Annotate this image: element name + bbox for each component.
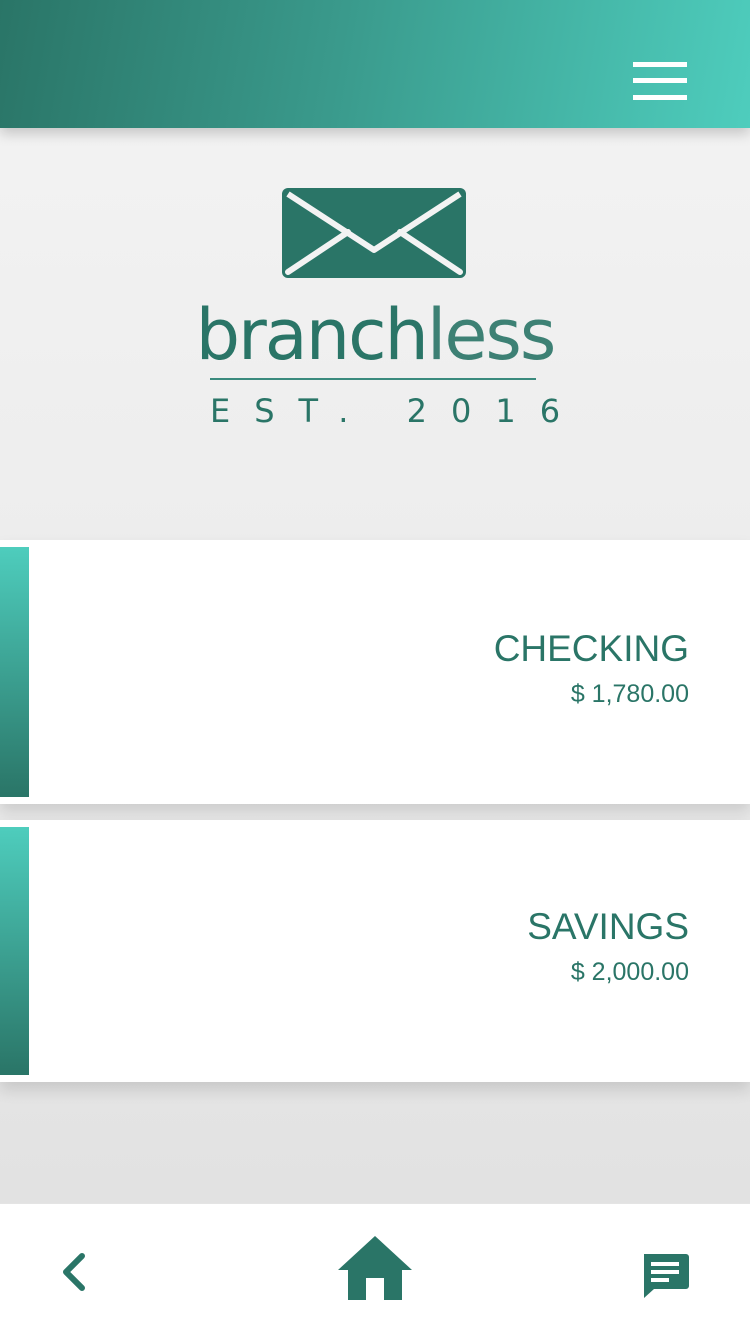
brand-tagline: EST. 2016 bbox=[210, 392, 585, 430]
account-name: SAVINGS bbox=[527, 906, 689, 947]
chevron-left-icon[interactable] bbox=[56, 1252, 92, 1292]
brand-name-bold: branch bbox=[195, 294, 429, 376]
account-card-checking[interactable]: CHECKING $ 1,780.00 bbox=[0, 540, 750, 804]
menu-line bbox=[633, 78, 687, 83]
menu-line bbox=[633, 95, 687, 100]
account-balance: $ 2,000.00 bbox=[570, 958, 689, 986]
account-name: CHECKING bbox=[493, 628, 689, 669]
envelope-icon bbox=[282, 188, 466, 278]
chat-icon[interactable] bbox=[640, 1252, 690, 1300]
card-accent-bar bbox=[0, 547, 29, 797]
app-screen: branchless EST. 2016 CHECKING $ 1,780.00… bbox=[0, 0, 750, 1334]
bottom-nav-bar bbox=[0, 1203, 750, 1334]
brand-name: branchless bbox=[0, 300, 750, 370]
hamburger-menu-icon[interactable] bbox=[633, 62, 687, 100]
brand-name-light: less bbox=[426, 294, 556, 376]
top-header bbox=[0, 0, 750, 128]
account-balance: $ 1,780.00 bbox=[570, 680, 689, 708]
card-accent-bar bbox=[0, 827, 29, 1075]
brand-divider bbox=[210, 378, 536, 380]
account-card-savings[interactable]: SAVINGS $ 2,000.00 bbox=[0, 820, 750, 1082]
brand-logo: branchless EST. 2016 bbox=[0, 128, 750, 540]
menu-line bbox=[633, 62, 687, 67]
home-icon[interactable] bbox=[336, 1234, 414, 1302]
